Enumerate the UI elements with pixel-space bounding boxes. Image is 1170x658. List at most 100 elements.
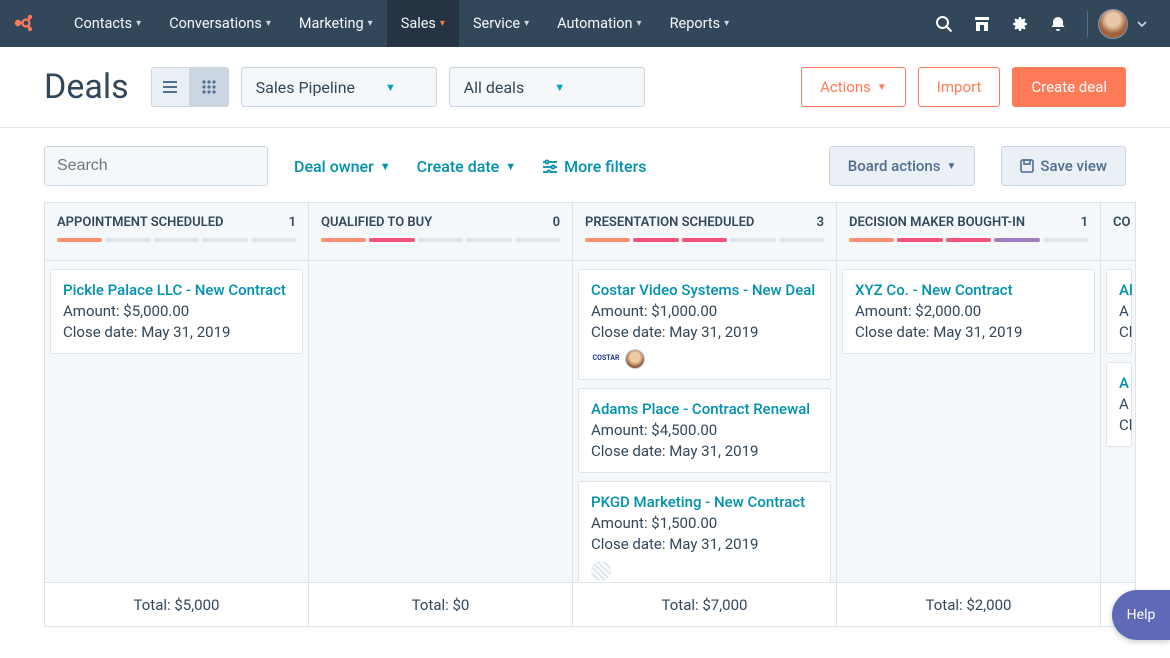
create-deal-button-label: Create deal (1031, 78, 1107, 96)
deal-card-title[interactable]: Pickle Palace LLC - New Contract (63, 281, 286, 299)
deal-card-amount: Amount: $4,500.00 (591, 420, 818, 441)
settings-icon[interactable] (1001, 0, 1039, 47)
sliders-icon (542, 159, 558, 173)
column-body[interactable] (309, 261, 572, 582)
search-nav-icon[interactable] (925, 0, 963, 47)
board-view-button[interactable] (190, 68, 228, 106)
column-header: PRESENTATION SCHEDULED 3 (573, 203, 836, 261)
column-body[interactable]: XYZ Co. - New ContractAmount: $2,000.00C… (837, 261, 1100, 582)
actions-button-label: Actions (820, 78, 871, 96)
deal-card[interactable]: Adams Place - Contract Renewal Amount: $4… (578, 388, 831, 473)
deals-select[interactable]: All deals ▼ (449, 67, 645, 107)
nav-item-label: Conversations (169, 15, 262, 32)
list-view-button[interactable] (152, 68, 190, 106)
column-count: 3 (817, 215, 824, 230)
deal-card-title[interactable]: PKGD Marketing - New Contract (591, 493, 805, 511)
nav-item-contacts[interactable]: Contacts ▾ (60, 0, 155, 47)
column-header: CO (1101, 203, 1135, 261)
filters-row: Deal owner ▼ Create date ▼ More filters … (0, 128, 1170, 202)
deal-card-associations: COSTAR (591, 349, 818, 369)
view-toggle (151, 67, 229, 107)
board-column: QUALIFIED TO BUY0 Total: $0 (308, 202, 572, 627)
deal-board: APPOINTMENT SCHEDULED 1 Pickle Palace LLC … (0, 202, 1170, 627)
column-title: CO (1113, 215, 1130, 230)
nav-divider (1087, 11, 1088, 37)
nav-item-sales[interactable]: Sales▾ (387, 0, 459, 47)
deal-card[interactable]: Pickle Palace LLC - New Contract Amount: … (50, 269, 303, 354)
nav-item-automation[interactable]: Automation▾ (543, 0, 655, 47)
column-body[interactable]: Costar Video Systems - New Deal Amount: $… (573, 261, 836, 582)
deal-card-title[interactable]: Adams Place - Contract Renewal (591, 400, 810, 418)
chevron-down-icon: ▼ (877, 82, 887, 93)
column-title: PRESENTATION SCHEDULED (585, 215, 754, 230)
save-view-button[interactable]: Save view (1001, 146, 1126, 186)
deal-card-title[interactable]: XYZ Co. - New Contract (855, 281, 1013, 299)
column-title: DECISION MAKER BOUGHT-IN (849, 215, 1025, 230)
chevron-down-icon: ▼ (946, 161, 956, 172)
column-progress (1113, 238, 1123, 242)
create-deal-button[interactable]: Create deal (1012, 67, 1126, 107)
help-label: Help (1127, 607, 1156, 623)
placeholder-avatar-icon (591, 561, 611, 581)
deal-card-close-date: Close date: May 31, 2019 (591, 322, 818, 343)
nav-item-conversations[interactable]: Conversations▾ (155, 0, 285, 47)
import-button[interactable]: Import (918, 67, 1001, 107)
marketplace-icon[interactable] (963, 0, 1001, 47)
board-column: APPOINTMENT SCHEDULED 1 Pickle Palace LLC … (44, 202, 308, 627)
user-avatar[interactable] (1098, 9, 1128, 39)
deal-card-title[interactable]: Al (1119, 281, 1133, 299)
column-header: DECISION MAKER BOUGHT-IN1 (837, 203, 1100, 261)
chevron-down-icon: ▼ (385, 81, 396, 94)
deal-card[interactable]: XYZ Co. - New ContractAmount: $2,000.00C… (842, 269, 1095, 354)
save-view-label: Save view (1040, 157, 1107, 175)
create-date-filter[interactable]: Create date ▼ (417, 157, 516, 176)
deal-card-amount: Amount: $1,500.00 (591, 513, 818, 534)
app-logo[interactable] (12, 10, 40, 38)
deal-card[interactable]: Costar Video Systems - New DealAmount: $… (578, 269, 831, 380)
column-total: Total: $0 (309, 582, 572, 626)
deal-card-amount: Amount: $2,000.00 (855, 301, 1082, 322)
actions-button[interactable]: Actions ▼ (801, 67, 906, 107)
nav-item-label: Automation (557, 15, 632, 32)
nav-item-service[interactable]: Service▾ (459, 0, 543, 47)
nav-item-reports[interactable]: Reports▾ (656, 0, 744, 47)
nav-item-label: Reports (670, 15, 721, 32)
nav-item-label: Service (473, 15, 520, 32)
chevron-down-icon: ▾ (440, 18, 445, 29)
more-filters-label: More filters (564, 157, 646, 176)
deal-card-amount: Amount: $5,000.00 (63, 301, 290, 322)
column-header: APPOINTMENT SCHEDULED 1 (45, 203, 308, 261)
chevron-down-icon: ▾ (724, 18, 729, 29)
deal-owner-filter[interactable]: Deal owner ▼ (294, 157, 391, 176)
chevron-down-icon: ▼ (505, 160, 516, 173)
account-menu-chevron[interactable] (1132, 0, 1152, 47)
column-total: Total: $7,000 (573, 582, 836, 626)
pipeline-select[interactable]: Sales Pipeline ▼ (241, 67, 437, 107)
board-column: PRESENTATION SCHEDULED 3 Costar Video Syst… (572, 202, 836, 627)
column-body[interactable]: AlACl AACl (1101, 261, 1135, 582)
deal-card-title[interactable]: Costar Video Systems - New Deal (591, 281, 815, 299)
column-body[interactable]: Pickle Palace LLC - New Contract Amount: … (45, 261, 308, 582)
column-title: APPOINTMENT SCHEDULED (57, 215, 224, 230)
deal-card[interactable]: AlACl (1106, 269, 1132, 354)
column-progress (585, 238, 824, 242)
column-header: QUALIFIED TO BUY0 (309, 203, 572, 261)
board-actions-label: Board actions (848, 157, 941, 175)
notifications-icon[interactable] (1039, 0, 1077, 47)
search-box[interactable] (44, 146, 268, 186)
nav-item-marketing[interactable]: Marketing▾ (285, 0, 387, 47)
deal-card[interactable]: PKGD Marketing - New Contract Amount: $1,… (578, 481, 831, 582)
nav-item-label: Contacts (74, 15, 132, 32)
more-filters-button[interactable]: More filters (542, 157, 646, 176)
column-count: 1 (289, 215, 296, 230)
column-total: Total: $2,000 (837, 582, 1100, 626)
column-progress (57, 238, 296, 242)
help-button[interactable]: Help (1112, 590, 1170, 640)
chevron-down-icon: ▾ (136, 18, 141, 29)
company-logo-icon: COSTAR (591, 352, 621, 366)
create-date-label: Create date (417, 157, 500, 176)
deal-card[interactable]: AACl (1106, 362, 1132, 447)
board-actions-button[interactable]: Board actions ▼ (829, 146, 976, 186)
deal-card-title[interactable]: A (1119, 374, 1129, 392)
search-input[interactable] (57, 157, 264, 175)
